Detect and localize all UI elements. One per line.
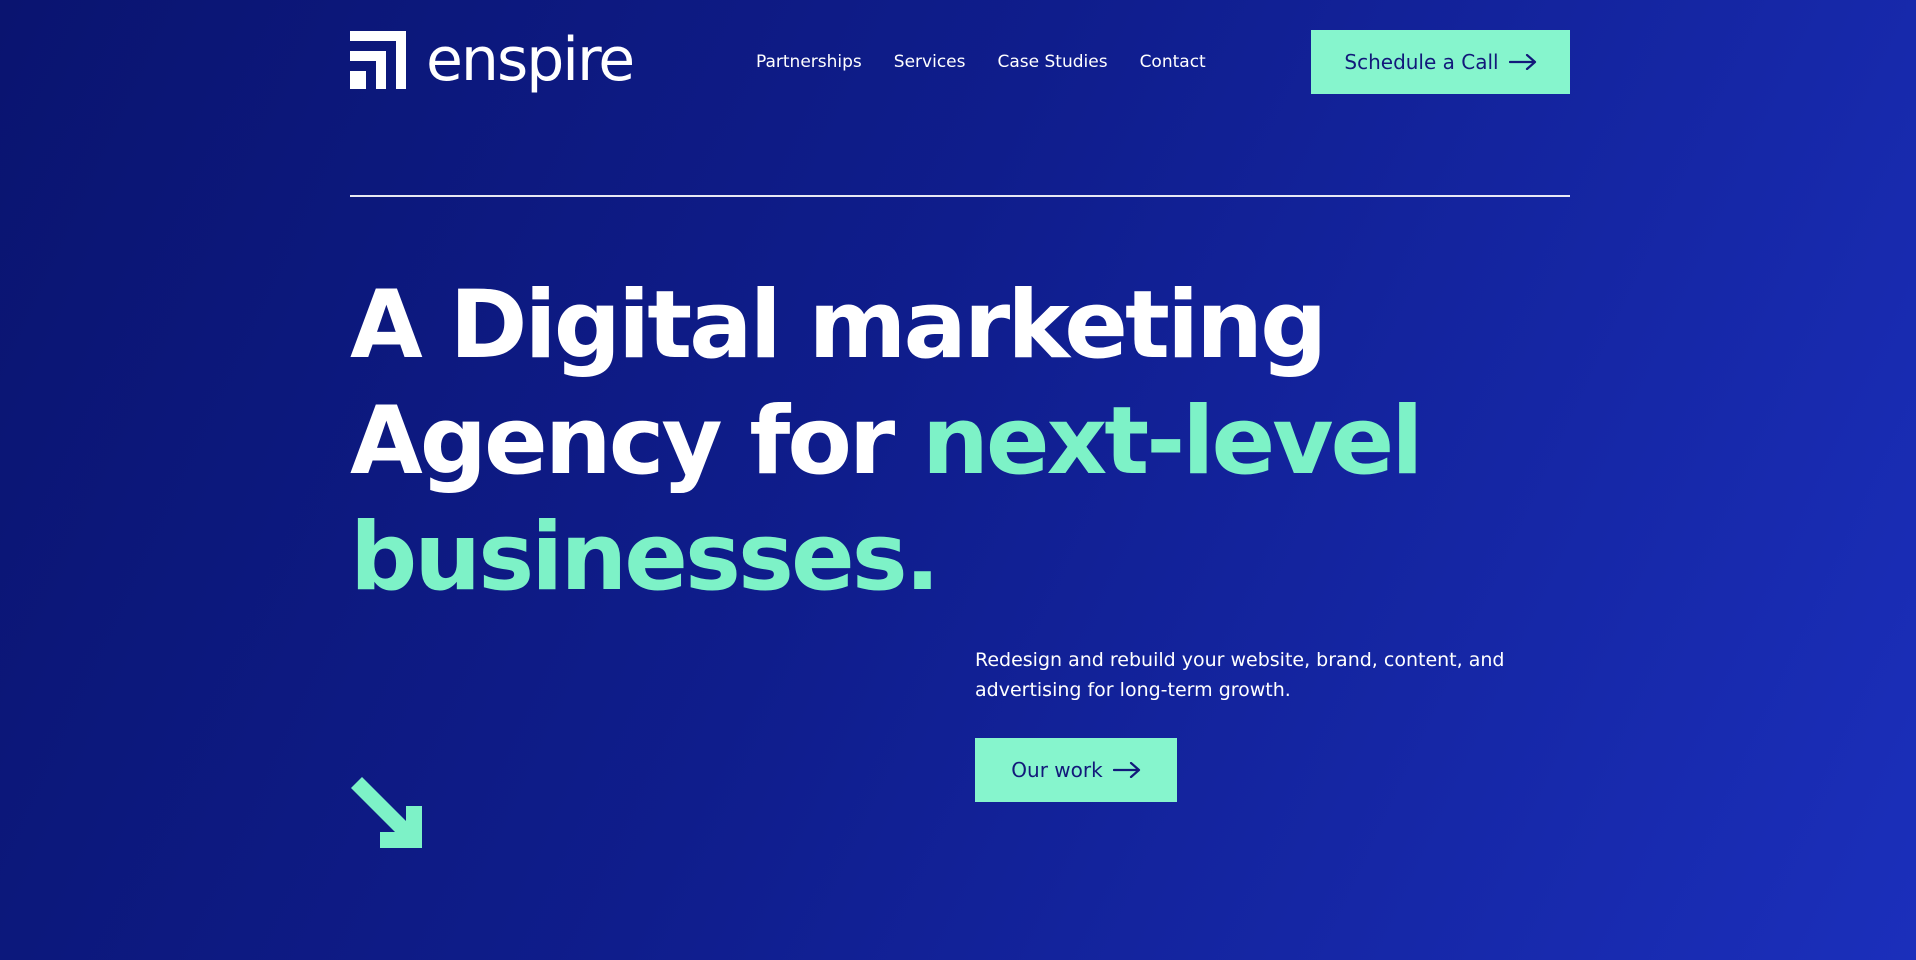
arrow-down-right-icon	[351, 777, 422, 848]
hero-title-line-2-accent: next-level	[922, 387, 1423, 496]
hero-title: A Digital marketing Agency for next-leve…	[350, 268, 1450, 616]
our-work-label: Our work	[1011, 758, 1103, 782]
bracket-logo-icon	[350, 31, 406, 89]
arrow-right-icon	[1508, 54, 1536, 70]
hero-title-line-1: A Digital marketing	[350, 271, 1327, 380]
brand-name: enspire	[426, 25, 635, 95]
schedule-call-button[interactable]: Schedule a Call	[1311, 30, 1570, 94]
hero-description: Redesign and rebuild your website, brand…	[975, 649, 1505, 701]
nav-item-services[interactable]: Services	[894, 50, 966, 74]
main-nav: Partnerships Services Case Studies Conta…	[756, 50, 1206, 74]
header-divider	[350, 195, 1570, 197]
schedule-call-label: Schedule a Call	[1344, 50, 1499, 74]
hero-title-line-3: businesses.	[350, 503, 940, 612]
site-header: enspire Partnerships Services Case Studi…	[350, 0, 1570, 125]
nav-item-case-studies[interactable]: Case Studies	[997, 50, 1107, 74]
hero-title-line-2-plain: Agency for	[350, 387, 922, 496]
brand-logo[interactable]: enspire	[350, 25, 635, 95]
our-work-button[interactable]: Our work	[975, 738, 1177, 802]
arrow-right-icon	[1112, 762, 1140, 778]
nav-item-partnerships[interactable]: Partnerships	[756, 50, 862, 74]
nav-item-contact[interactable]: Contact	[1140, 50, 1206, 74]
hero-title-line-2: Agency for next-level	[350, 384, 1450, 500]
